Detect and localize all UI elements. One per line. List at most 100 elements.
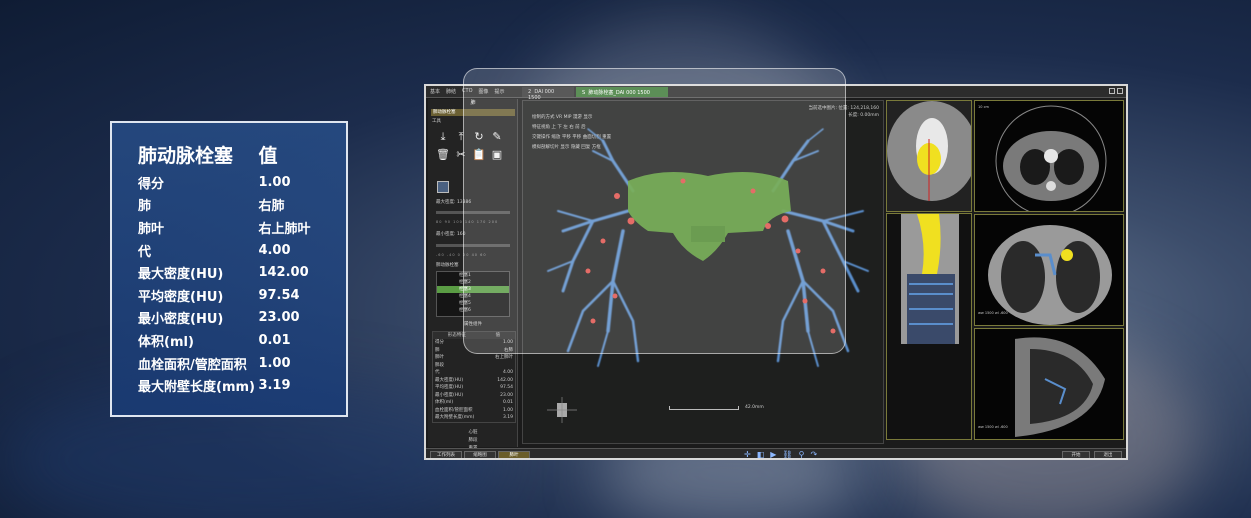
coronal-panel[interactable]: ww 1500 wl -600 [974,214,1124,326]
attr-row: 肺段 [433,362,515,370]
play-icon[interactable]: ▶ [770,450,776,458]
info-row-value: 3.19 [258,378,291,394]
menu-item[interactable]: 肺结 [446,88,456,95]
trash-icon[interactable]: 🗑 [435,147,451,163]
attr-value: 0.01 [502,400,513,405]
info-header-label: 肺动脉栓塞 [138,144,234,167]
bottom-tab-button[interactable]: 工作列表 [430,451,462,458]
info-row-label: 最小密度(HU) [138,312,224,328]
attr-key: 得分 [435,340,444,345]
attr-value: 右上肺叶 [495,355,513,360]
info-row-unit: (ml) [164,334,194,350]
attr-value: 4.00 [502,370,513,375]
attr-value: 97.54 [500,385,513,390]
info-row: 体积(ml) 0.01 [138,329,332,352]
image-tool-icon[interactable] [437,181,449,193]
import-icon[interactable]: ⤓ [435,129,451,145]
link-icon[interactable]: ⛓ [782,450,792,458]
info-row-label: 血栓面积/管腔面积 [138,357,247,373]
info-row-value: 右上肺叶 [258,221,311,237]
info-row: 得分 1.00 [138,171,332,194]
scale-bar [669,406,739,410]
bottom-tab-button[interactable]: 缩略图 [464,451,496,458]
info-row: 最大附壁长度(mm) 3.19 [138,374,332,397]
info-row-label: 最大附壁长度(mm) [138,380,255,396]
axial-panel[interactable]: 10 cm [974,100,1124,212]
start-button[interactable]: 开始 [1062,451,1090,458]
attr-key: 最大密度(HU) [435,377,464,383]
exit-button[interactable]: 退出 [1094,451,1122,458]
info-row-unit: (HU) [190,289,224,305]
info-row-label: 体积(ml) [138,334,194,350]
sagittal-ct-image [975,329,1123,439]
attr-key: 代 [435,370,440,375]
tools-label: 工具 [432,119,441,124]
attr-row: 代 4.00 [433,369,515,377]
info-row-value: 0.01 [258,332,291,348]
restore-icon[interactable] [1117,88,1123,94]
info-row: 最小密度(HU) 23.00 [138,307,332,330]
attr-key: 肺叶 [435,355,444,360]
info-row-label: 肺 [138,199,152,215]
sidebar-action-button[interactable]: 肺段 [428,437,518,445]
axial-ct-image [975,101,1123,211]
bottom-tab-button[interactable]: 肺叶 [498,451,530,458]
attr-value: 23.00 [500,392,513,398]
info-row: 最大密度(HU) 142.00 [138,261,332,284]
menu-item[interactable]: 基本 [430,88,440,95]
info-row-value: 1.00 [258,355,291,371]
info-row-value: 右肺 [258,199,285,215]
mpr-image-bottom [887,214,971,439]
info-row-value: 23.00 [258,310,300,326]
scale-label: 42.0mm [745,405,764,410]
info-row: 代 4.00 [138,239,332,262]
glass-highlight [463,68,846,354]
attr-row: 肺叶 右上肺叶 [433,354,515,362]
axial-info: 10 cm [978,105,989,109]
window-level-icon[interactable]: ◧ [757,450,765,458]
sagittal-panel[interactable]: ww 1500 wl -600 [974,328,1124,440]
info-row-label: 肺叶 [138,221,165,237]
mpr-panel-top[interactable] [886,100,972,212]
orientation-cube-icon[interactable] [547,397,577,423]
attr-row: 体积(ml) 0.01 [433,399,515,407]
attr-row: 血栓面积/管腔面积 1.00 [433,407,515,415]
info-row-value: 97.54 [258,287,300,303]
embolism-list-label: 肺动脉栓塞 [436,263,459,268]
info-row: 血栓面积/管腔面积 1.00 [138,352,332,375]
info-row-label: 得分 [138,176,165,192]
pe-info-panel: 肺动脉栓塞 值 得分 1.00 肺 右肺 肺叶 右上肺叶代 4.00 最大密度(HU) 142.… [110,121,348,417]
minimize-icon[interactable] [1109,88,1115,94]
info-row-label: 最大密度(HU) [138,267,224,283]
attr-row: 最小密度(HU) 23.00 [433,392,515,400]
info-row-label: 平均密度(HU) [138,289,224,305]
move-icon[interactable]: ✛ [744,450,751,458]
info-row-unit: (HU) [190,312,224,328]
attr-key: 最小密度(HU) [435,392,464,398]
mpr-image-top [887,101,971,211]
rotate-icon[interactable]: ↷ [810,450,817,458]
info-header-value: 值 [258,144,278,167]
mpr-panel-bottom[interactable] [886,213,972,440]
info-row: 平均密度(HU) 97.54 [138,284,332,307]
info-row-value: 4.00 [258,242,291,258]
info-header: 肺动脉栓塞 值 [138,137,332,171]
attr-value: 3.19 [502,415,513,420]
info-row: 肺 右肺 [138,194,332,217]
bottom-toolbar: 工作列表 缩略图 肺叶 ✛ ◧ ▶ ⛓ ⚲ ↷ 开始 退出 [426,448,1126,458]
zoom-icon[interactable]: ⚲ [799,450,805,458]
attr-key: 肺段 [435,362,444,368]
min-density-label: 最小密度: 160 [436,232,466,237]
attr-key: 肺 [435,347,440,353]
info-row-unit: (HU) [190,267,224,283]
info-row-unit: (mm) [216,380,255,396]
info-row-value: 142.00 [258,265,309,281]
info-row: 肺叶 右上肺叶 [138,216,332,239]
attr-key: 血栓面积/管腔面积 [435,407,473,413]
sagittal-info: ww 1500 wl -600 [978,425,1008,429]
attr-row: 平均密度(HU) 97.54 [433,384,515,392]
coronal-ct-image [975,215,1123,325]
attr-key: 体积(ml) [435,400,454,405]
attr-value: 1.00 [502,407,513,413]
sidebar-action-button[interactable]: 心脏 [428,429,518,437]
